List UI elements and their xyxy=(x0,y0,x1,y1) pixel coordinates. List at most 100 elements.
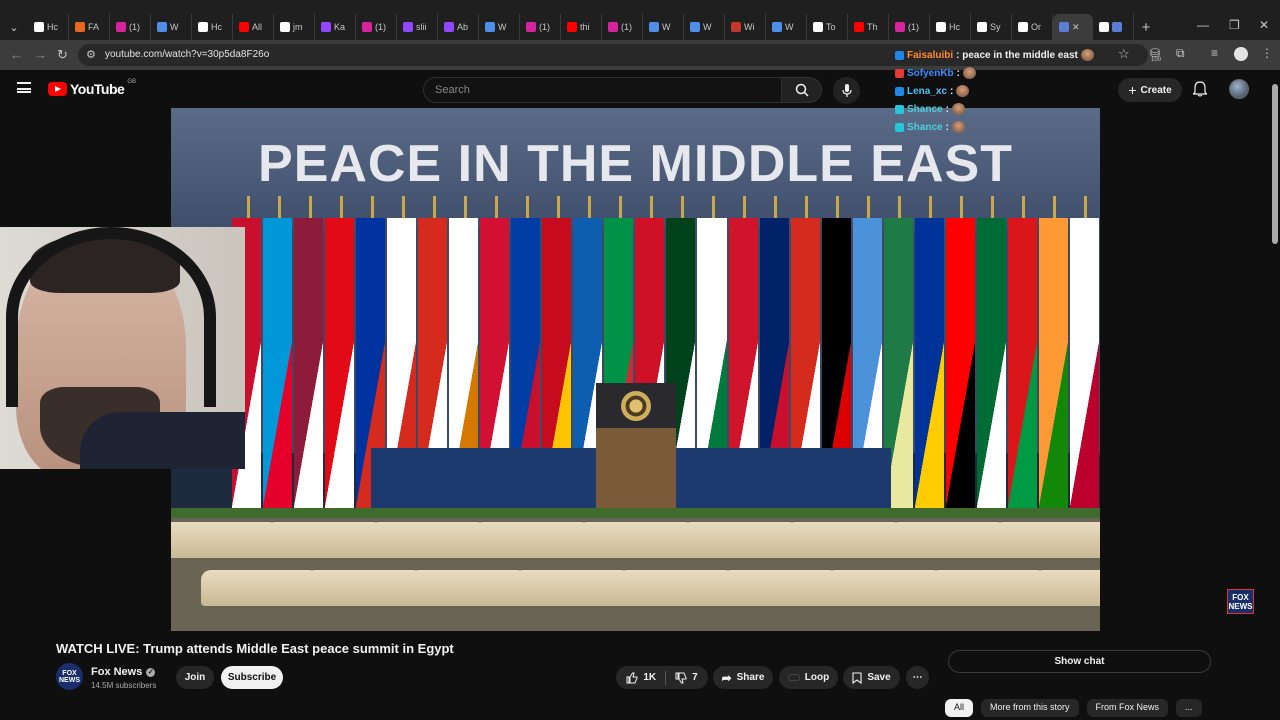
browser-menu-icon[interactable]: ⋮ xyxy=(1261,46,1273,60)
tab-label: Hc xyxy=(47,22,58,32)
microphone-icon xyxy=(841,83,852,97)
chat-username: Shance xyxy=(907,103,943,115)
notifications-bell-icon[interactable] xyxy=(1193,81,1207,97)
filter-chip[interactable]: From Fox News xyxy=(1086,699,1169,717)
site-info-icon[interactable]: ⚙ xyxy=(86,48,96,61)
tab-label: slii xyxy=(416,22,427,32)
browser-tab[interactable]: Ab xyxy=(438,14,479,40)
browser-tab[interactable]: Hc xyxy=(930,14,971,40)
audience-chair xyxy=(201,570,319,606)
extension-badge: 100 xyxy=(1151,57,1162,63)
audience-chair xyxy=(681,522,799,558)
back-icon[interactable]: ← xyxy=(10,47,23,62)
close-window-icon[interactable]: ✕ xyxy=(1259,18,1269,32)
bookmark-icon xyxy=(852,671,862,684)
reload-icon[interactable]: ↻ xyxy=(57,47,68,63)
browser-tab[interactable]: thi xyxy=(561,14,602,40)
tab-page-icon xyxy=(1059,22,1069,32)
tab-label: W xyxy=(170,22,179,32)
x-icon xyxy=(1018,22,1028,32)
browser-tab[interactable]: (1) xyxy=(520,14,561,40)
browser-tab[interactable] xyxy=(1093,14,1134,40)
menu-icon[interactable] xyxy=(17,82,31,93)
browser-tab[interactable]: Wi xyxy=(725,14,766,40)
browser-tab[interactable]: (1) xyxy=(356,14,397,40)
restore-icon[interactable]: ❐ xyxy=(1229,18,1240,32)
active-browser-tab[interactable]: ✕ xyxy=(1053,14,1093,40)
address-url: youtube.com/watch?v=30p5da8F26o xyxy=(105,49,270,60)
filter-chip[interactable]: All xyxy=(945,699,974,717)
subscribe-button[interactable]: Subscribe xyxy=(221,666,283,689)
more-actions-icon[interactable]: ⋯ xyxy=(906,666,929,689)
new-tab-button[interactable]: + xyxy=(1134,14,1158,40)
search-button[interactable] xyxy=(781,77,822,103)
x-icon xyxy=(936,22,946,32)
browser-tab[interactable]: Ka xyxy=(315,14,356,40)
tab-close-icon[interactable]: ✕ xyxy=(1072,22,1080,33)
profile-avatar-icon[interactable] xyxy=(1234,47,1248,61)
browser-tab[interactable]: slii xyxy=(397,14,438,40)
twitch-icon xyxy=(403,22,413,32)
tabs-row: ⌄ Hc FA (1) W Hc All jm Ka (1) slii Ab W (1) thi (1) W W… xyxy=(0,14,1158,40)
show-chat-button[interactable]: Show chat xyxy=(948,650,1211,673)
scrollbar-thumb[interactable] xyxy=(1272,84,1278,244)
bookmark-star-icon[interactable]: ☆ xyxy=(1118,46,1130,62)
browser-tab[interactable]: W xyxy=(684,14,725,40)
browser-tab[interactable]: All xyxy=(233,14,274,40)
youtube-logo[interactable]: YouTube GB xyxy=(48,79,136,97)
like-count[interactable]: 1K xyxy=(643,672,656,683)
join-button[interactable]: Join xyxy=(176,666,214,689)
dislike-icon[interactable] xyxy=(675,672,687,684)
chat-text: : peace in the middle east xyxy=(956,49,1078,61)
browser-tab[interactable]: Hc xyxy=(192,14,233,40)
video-title: WATCH LIVE: Trump attends Middle East pe… xyxy=(56,641,454,656)
browser-tab[interactable]: W xyxy=(151,14,192,40)
account-avatar[interactable] xyxy=(1229,79,1249,99)
create-button[interactable]: + Create xyxy=(1118,78,1182,102)
headset xyxy=(6,227,216,407)
share-icon: ➦ xyxy=(721,670,732,685)
browser-tab[interactable]: Or xyxy=(1012,14,1053,40)
browser-tab[interactable]: W xyxy=(479,14,520,40)
tab-search-icon[interactable]: ⌄ xyxy=(0,14,28,40)
tab-label: (1) xyxy=(621,22,632,32)
search-input[interactable]: Search xyxy=(423,77,782,103)
browser-tab[interactable]: Sy xyxy=(971,14,1012,40)
youtube-icon xyxy=(567,22,577,32)
chat-emote-icon xyxy=(1080,49,1094,61)
browser-tab[interactable]: W xyxy=(643,14,684,40)
browser-tab[interactable]: (1) xyxy=(110,14,151,40)
browser-tab[interactable]: (1) xyxy=(889,14,930,40)
browser-tab[interactable]: (1) xyxy=(602,14,643,40)
chat-message: Lena_xc : xyxy=(895,82,1115,100)
browser-tab[interactable]: jm xyxy=(274,14,315,40)
audience-chair xyxy=(577,522,695,558)
chat-badge-icon xyxy=(895,122,904,132)
save-button[interactable]: Save xyxy=(843,666,900,689)
extensions-puzzle-icon[interactable]: ⧉ xyxy=(1176,46,1185,61)
loop-button[interactable]: Loop xyxy=(779,666,838,689)
like-divider xyxy=(665,670,667,685)
media-controls-icon[interactable]: ≡ xyxy=(1211,46,1218,60)
channel-avatar[interactable]: FOX NEWS xyxy=(56,663,83,690)
video-player[interactable]: PEACE IN THE MIDDLE EAST xyxy=(171,108,1100,631)
browser-tab[interactable]: To xyxy=(807,14,848,40)
browser-tab[interactable]: W xyxy=(766,14,807,40)
channel-name-row[interactable]: Fox News ✓ xyxy=(91,666,156,678)
filter-chip[interactable]: ... xyxy=(1176,699,1202,717)
stream-chat-overlay: Faisaluibi : peace in the middle east Sof… xyxy=(895,46,1115,136)
forward-icon[interactable]: → xyxy=(34,47,47,62)
like-icon[interactable] xyxy=(626,672,638,684)
channel-name[interactable]: Fox News xyxy=(91,666,142,678)
voice-search-button[interactable] xyxy=(833,77,860,104)
filter-chip[interactable]: More from this story xyxy=(981,699,1079,717)
browser-tab[interactable]: FA xyxy=(69,14,110,40)
browser-tab[interactable]: Hc xyxy=(28,14,69,40)
dislike-count[interactable]: 7 xyxy=(692,672,698,683)
webcam-shirt xyxy=(80,412,245,469)
minimize-icon[interactable]: — xyxy=(1197,18,1209,32)
browser-tab[interactable]: Th xyxy=(848,14,889,40)
share-button[interactable]: ➦ Share xyxy=(713,666,773,689)
share-label: Share xyxy=(736,672,765,683)
web-icon xyxy=(157,22,167,32)
